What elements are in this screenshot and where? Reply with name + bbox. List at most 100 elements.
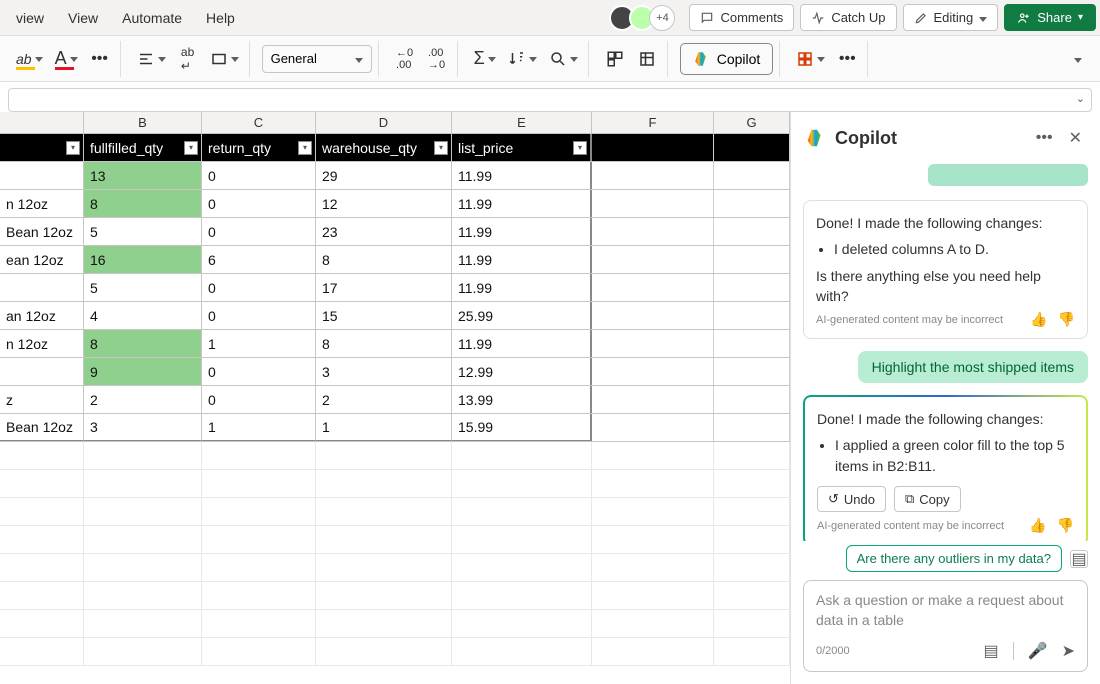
thumbs-up-icon[interactable]: 👍 — [1030, 311, 1047, 328]
more-ribbon-button[interactable]: ••• — [833, 44, 861, 74]
empty-cell[interactable] — [0, 470, 84, 497]
empty-cell[interactable] — [452, 554, 592, 581]
empty-cell[interactable] — [592, 386, 714, 413]
empty-cell[interactable] — [316, 610, 452, 637]
cell[interactable]: 6 — [202, 246, 316, 273]
empty-cell[interactable] — [714, 134, 790, 161]
cell[interactable]: 1 — [202, 330, 316, 357]
empty-cell[interactable] — [202, 554, 316, 581]
empty-cell[interactable] — [714, 162, 790, 189]
align-button[interactable] — [133, 44, 170, 74]
empty-cell[interactable] — [592, 358, 714, 385]
empty-cell[interactable] — [0, 526, 84, 553]
cell[interactable]: 0 — [202, 218, 316, 245]
empty-cell[interactable] — [714, 442, 790, 469]
wrap-text-button[interactable]: ab↵ — [174, 44, 202, 74]
empty-cell[interactable] — [84, 554, 202, 581]
empty-cell[interactable] — [316, 498, 452, 525]
empty-cell[interactable] — [714, 414, 790, 441]
header-cell[interactable]: warehouse_qty▾ — [316, 134, 452, 161]
empty-cell[interactable] — [316, 638, 452, 665]
col-header-g[interactable]: G — [714, 112, 790, 133]
catchup-button[interactable]: Catch Up — [800, 4, 896, 31]
prompt-guide-icon[interactable]: ▤ — [1070, 550, 1088, 568]
empty-cell[interactable] — [84, 470, 202, 497]
formula-expand-button[interactable]: ⌄ — [1076, 92, 1085, 105]
cell[interactable] — [0, 274, 84, 301]
cell[interactable] — [0, 358, 84, 385]
cell[interactable]: 0 — [202, 274, 316, 301]
analyze-data-button[interactable] — [601, 44, 629, 74]
menu-view-partial[interactable]: view — [4, 4, 56, 32]
empty-cell[interactable] — [316, 582, 452, 609]
empty-cell[interactable] — [592, 526, 714, 553]
avatar-overflow[interactable]: +4 — [649, 5, 675, 31]
empty-cell[interactable] — [592, 134, 714, 161]
cell[interactable]: 0 — [202, 190, 316, 217]
empty-cell[interactable] — [714, 470, 790, 497]
cell[interactable]: 2 — [316, 386, 452, 413]
filter-icon[interactable]: ▾ — [434, 141, 448, 155]
cell[interactable]: 5 — [84, 274, 202, 301]
cell[interactable]: 0 — [202, 358, 316, 385]
cell[interactable]: 8 — [316, 330, 452, 357]
cell[interactable]: 12 — [316, 190, 452, 217]
empty-cell[interactable] — [714, 330, 790, 357]
empty-cell[interactable] — [592, 498, 714, 525]
empty-cell[interactable] — [592, 162, 714, 189]
cell[interactable]: 11.99 — [452, 162, 592, 189]
cell[interactable]: 25.99 — [452, 302, 592, 329]
cell[interactable]: ean 12oz — [0, 246, 84, 273]
empty-cell[interactable] — [714, 302, 790, 329]
copy-button[interactable]: ⧉Copy — [894, 486, 961, 512]
empty-cell[interactable] — [592, 442, 714, 469]
undo-button[interactable]: ↺Undo — [817, 486, 886, 512]
more-font-button[interactable]: ••• — [86, 44, 114, 74]
menu-view[interactable]: View — [56, 4, 110, 32]
cell[interactable]: an 12oz — [0, 302, 84, 329]
col-header-c[interactable]: C — [202, 112, 316, 133]
share-button[interactable]: Share ▾ — [1004, 4, 1096, 31]
cell[interactable]: 8 — [316, 246, 452, 273]
empty-cell[interactable] — [452, 610, 592, 637]
cell[interactable]: 2 — [84, 386, 202, 413]
cell[interactable]: 3 — [316, 358, 452, 385]
menu-help[interactable]: Help — [194, 4, 247, 32]
header-cell[interactable]: list_price▾ — [452, 134, 592, 161]
empty-cell[interactable] — [316, 554, 452, 581]
sort-filter-button[interactable] — [504, 44, 541, 74]
decrease-decimal-button[interactable]: .00→0 — [423, 44, 451, 74]
empty-cell[interactable] — [714, 386, 790, 413]
empty-cell[interactable] — [592, 302, 714, 329]
thumbs-down-icon[interactable]: 👎 — [1057, 517, 1074, 534]
header-cell[interactable]: return_qty▾ — [202, 134, 316, 161]
formula-bar[interactable]: ⌄ — [8, 88, 1092, 112]
empty-cell[interactable] — [84, 442, 202, 469]
cell[interactable]: 15 — [316, 302, 452, 329]
merge-button[interactable] — [206, 44, 243, 74]
empty-cell[interactable] — [0, 554, 84, 581]
cell[interactable]: 17 — [316, 274, 452, 301]
cell[interactable]: 13 — [84, 162, 202, 189]
header-cell[interactable]: fullfilled_qty▾ — [84, 134, 202, 161]
empty-cell[interactable] — [592, 330, 714, 357]
filter-icon[interactable]: ▾ — [573, 141, 587, 155]
cell[interactable]: 0 — [202, 302, 316, 329]
empty-cell[interactable] — [714, 610, 790, 637]
filter-icon[interactable]: ▾ — [184, 141, 198, 155]
addins-button[interactable] — [792, 44, 829, 74]
cell[interactable]: 0 — [202, 162, 316, 189]
cell[interactable]: 3 — [84, 414, 202, 441]
empty-cell[interactable] — [452, 470, 592, 497]
empty-cell[interactable] — [592, 414, 714, 441]
empty-cell[interactable] — [84, 582, 202, 609]
cell[interactable]: 11.99 — [452, 190, 592, 217]
empty-cell[interactable] — [202, 470, 316, 497]
empty-cell[interactable] — [452, 442, 592, 469]
suggestion-chip[interactable]: Are there any outliers in my data? — [846, 545, 1062, 572]
thumbs-down-icon[interactable]: 👎 — [1058, 311, 1075, 328]
empty-cell[interactable] — [202, 498, 316, 525]
empty-cell[interactable] — [0, 498, 84, 525]
cell[interactable]: 11.99 — [452, 218, 592, 245]
copilot-ribbon-button[interactable]: Copilot — [680, 43, 774, 75]
